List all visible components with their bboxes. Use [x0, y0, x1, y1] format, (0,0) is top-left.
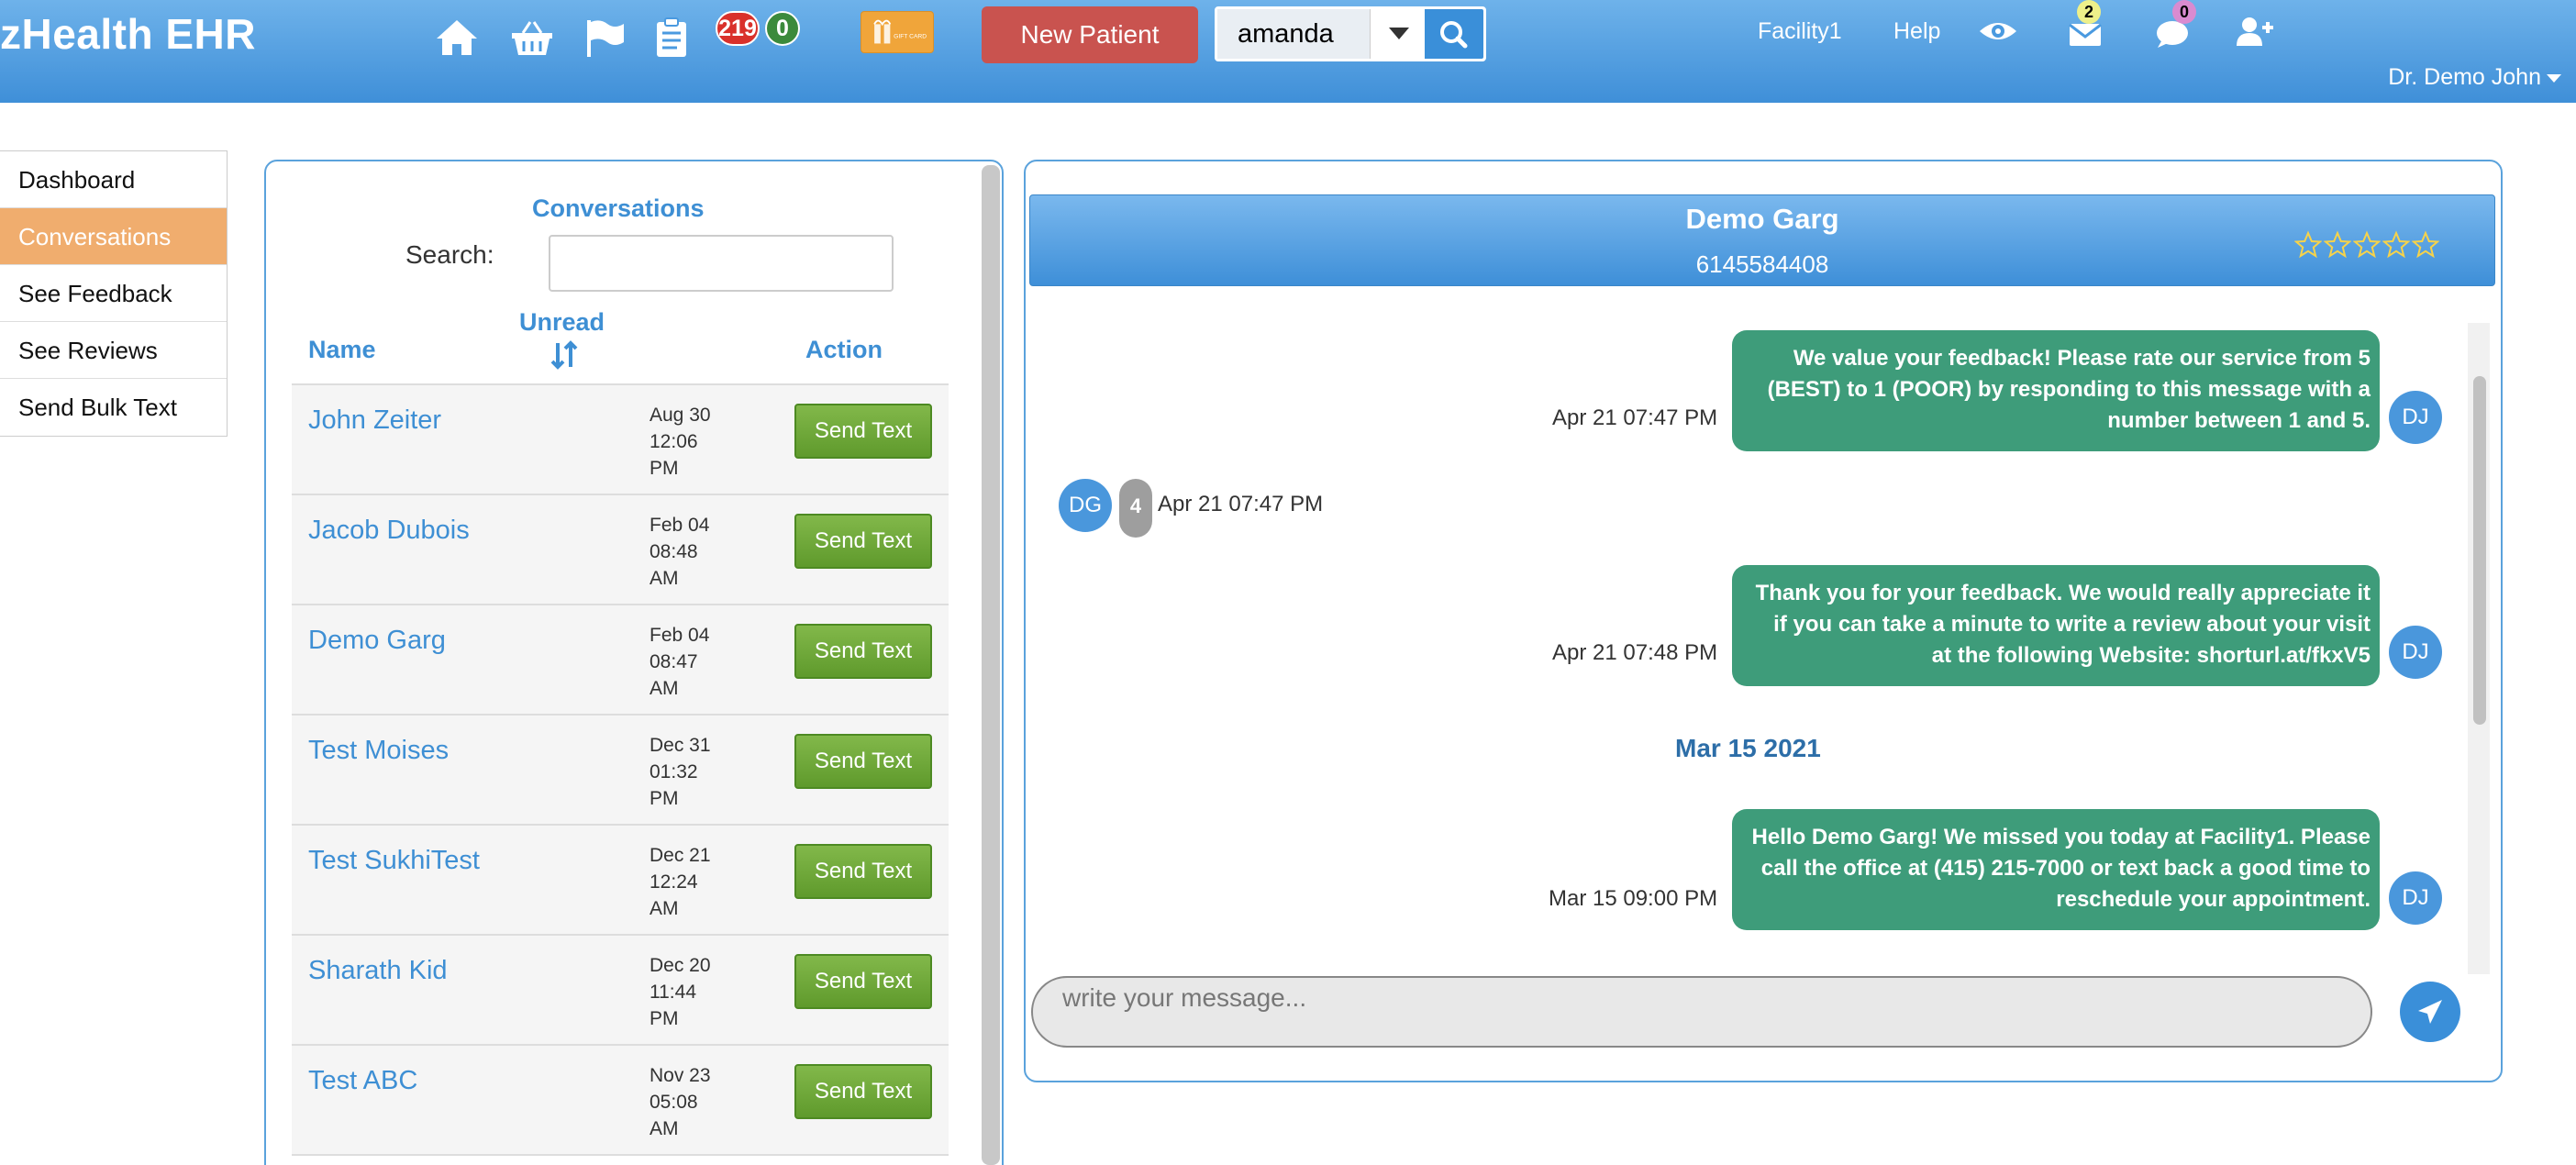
star-outline-icon [2382, 230, 2411, 260]
user-menu[interactable]: Dr. Demo John [2388, 64, 2561, 91]
action-column-header: Action [805, 336, 883, 363]
last-message-date: Dec 20 11:44 PM [650, 955, 711, 1029]
star-outline-icon [2293, 230, 2323, 260]
contact-name-link[interactable]: Sharath Kid [308, 956, 448, 986]
contact-name-link[interactable]: Test Moises [308, 736, 449, 766]
paper-plane-icon [2418, 1000, 2442, 1024]
top-navbar: zHealth EHR 219 0 GIFT CARD New Patient … [0, 0, 2576, 103]
message-time: Apr 21 07:47 PM [1158, 492, 1324, 516]
alerts-count-badge[interactable]: 219 [716, 11, 760, 46]
mail-count-badge[interactable]: 2 [2077, 0, 2101, 24]
clipboard-icon[interactable] [650, 17, 694, 59]
flag-icon[interactable] [583, 17, 627, 59]
contact-name-link[interactable]: Demo Garg [308, 626, 446, 656]
chat-contact-name: Demo Garg [1685, 203, 1839, 235]
compose-placeholder: write your message... [1062, 983, 1307, 1012]
avatar: DJ [2389, 626, 2442, 679]
star-outline-icon [2323, 230, 2352, 260]
table-row[interactable]: Demo Garg Feb 04 08:47 AM Send Text [292, 605, 949, 716]
sidebar-item-dashboard[interactable]: Dashboard [0, 151, 227, 208]
user-name: Dr. Demo John [2388, 64, 2541, 90]
star-outline-icon [2411, 230, 2440, 260]
facility-link[interactable]: Facility1 [1758, 18, 1842, 45]
message-compose-input[interactable]: write your message... [1031, 976, 2372, 1048]
gift-card-button[interactable]: GIFT CARD [861, 11, 934, 53]
help-link[interactable]: Help [1893, 18, 1940, 45]
new-patient-button[interactable]: New Patient [982, 6, 1198, 63]
table-row[interactable]: Jacob Dubois Feb 04 08:48 AM Send Text [292, 495, 949, 605]
table-row[interactable]: Test ABC Nov 23 05:08 AM Send Text [292, 1046, 949, 1156]
message-time: Mar 15 09:00 PM [1549, 886, 1718, 911]
last-message-date: Aug 30 12:06 PM [650, 405, 711, 479]
patient-search-group: amanda [1215, 6, 1486, 61]
table-row[interactable]: John Zeiter Aug 30 12:06 PM Send Text [292, 385, 949, 495]
table-row[interactable]: Test SukhiTest Dec 21 12:24 AM Send Text [292, 826, 949, 936]
search-icon [1440, 21, 1468, 49]
rating-stars [2293, 230, 2440, 265]
send-text-button[interactable]: Send Text [794, 624, 932, 679]
message-time: Apr 21 07:48 PM [1552, 640, 1718, 665]
send-text-button[interactable]: Send Text [794, 404, 932, 459]
send-text-button[interactable]: Send Text [794, 954, 932, 1009]
message-time: Apr 21 07:47 PM [1552, 405, 1718, 430]
search-label: Search: [405, 240, 494, 269]
contact-name-link[interactable]: Test ABC [308, 1066, 417, 1096]
date-separator: Mar 15 2021 [1675, 734, 1821, 762]
last-message-date: Feb 04 08:48 AM [650, 515, 710, 589]
search-button[interactable] [1425, 9, 1483, 59]
conversations-scrollbar[interactable] [982, 165, 1000, 1165]
home-icon[interactable] [435, 17, 479, 59]
send-text-button[interactable]: Send Text [794, 1064, 932, 1119]
conversation-search-input[interactable] [549, 235, 894, 292]
sidebar-nav: Dashboard Conversations See Feedback See… [0, 150, 228, 437]
conversations-title: Conversations [532, 194, 705, 222]
outgoing-message-bubble: Hello Demo Garg! We missed you today at … [1732, 809, 2380, 930]
chat-scrollbar-thumb[interactable] [2473, 376, 2486, 725]
send-text-button[interactable]: Send Text [794, 844, 932, 899]
unread-column-header[interactable]: Unread [519, 308, 605, 337]
contact-name-link[interactable]: Test SukhiTest [308, 846, 480, 876]
send-message-button[interactable] [2400, 982, 2460, 1042]
last-message-date: Dec 31 01:32 PM [650, 735, 711, 809]
zero-count-badge[interactable]: 0 [765, 11, 800, 46]
add-user-icon[interactable] [2235, 13, 2275, 50]
avatar: DJ [2389, 391, 2442, 444]
app-title[interactable]: zHealth EHR [0, 9, 256, 59]
eye-icon[interactable] [1978, 13, 2018, 50]
chat-contact-phone: 6145584408 [1695, 250, 1829, 278]
last-message-date: Nov 23 05:08 AM [650, 1065, 711, 1139]
caret-down-icon [2547, 73, 2561, 83]
incoming-reply-badge: 4 [1119, 479, 1152, 538]
gift-card-icon: GIFT CARD [873, 19, 927, 44]
basket-icon[interactable] [510, 17, 554, 59]
send-text-button[interactable]: Send Text [794, 734, 932, 789]
sidebar-item-see-reviews[interactable]: See Reviews [0, 322, 227, 379]
last-message-date: Dec 21 12:24 AM [650, 845, 711, 919]
outgoing-message-bubble: We value your feedback! Please rate our … [1732, 330, 2380, 451]
avatar: DG [1059, 479, 1112, 532]
chat-count-badge[interactable]: 0 [2172, 0, 2196, 24]
outgoing-message-bubble: Thank you for your feedback. We would re… [1732, 565, 2380, 686]
contact-name-link[interactable]: John Zeiter [308, 405, 441, 436]
sidebar-item-see-feedback[interactable]: See Feedback [0, 265, 227, 322]
patient-search-input[interactable]: amanda [1217, 9, 1370, 59]
sidebar-item-conversations[interactable]: Conversations [0, 208, 227, 265]
gift-card-label: GIFT CARD [894, 34, 927, 40]
avatar: DJ [2389, 871, 2442, 925]
star-outline-icon [2352, 230, 2382, 260]
contact-name-link[interactable]: Jacob Dubois [308, 516, 470, 546]
sort-icon[interactable] [549, 339, 580, 371]
sidebar-item-send-bulk-text[interactable]: Send Bulk Text [0, 379, 227, 436]
send-text-button[interactable]: Send Text [794, 514, 932, 569]
last-message-date: Feb 04 08:47 AM [650, 625, 710, 699]
name-column-header[interactable]: Name [308, 336, 376, 364]
table-row[interactable]: Test Moises Dec 31 01:32 PM Send Text [292, 716, 949, 826]
table-row[interactable]: Sharath Kid Dec 20 11:44 PM Send Text [292, 936, 949, 1046]
chat-header: Demo Garg 6145584408 [1029, 194, 2495, 286]
chevron-down-icon[interactable] [1370, 9, 1425, 59]
